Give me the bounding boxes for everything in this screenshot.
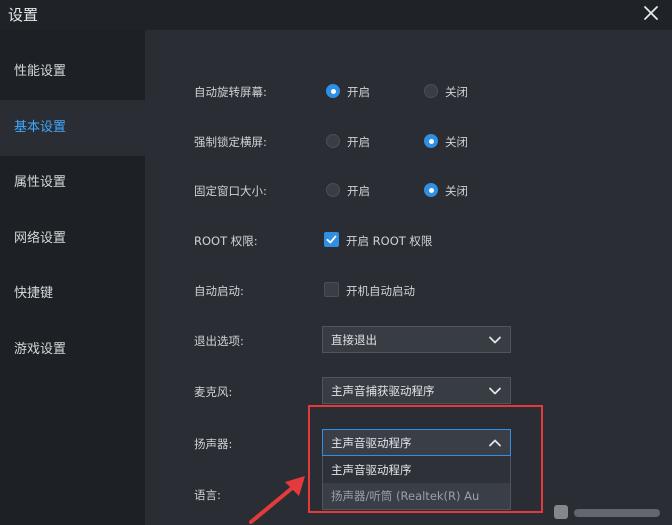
sidebar-item-game[interactable]: 游戏设置 (0, 322, 145, 378)
auto-rotate-label: 自动旋转屏幕: (194, 85, 267, 99)
autostart-label: 自动启动: (194, 284, 244, 298)
auto-rotate-on-label[interactable]: 开启 (347, 84, 370, 100)
auto-rotate-on-radio[interactable] (326, 84, 340, 98)
chevron-down-icon (489, 387, 501, 395)
fixed-window-on-label[interactable]: 开启 (347, 183, 370, 199)
sidebar-item-performance[interactable]: 性能设置 (0, 44, 145, 100)
title-bar: 设置 (0, 0, 672, 30)
root-checkbox[interactable] (324, 232, 339, 247)
checkmark-icon (326, 235, 337, 244)
sidebar-item-basic[interactable]: 基本设置 (0, 100, 145, 156)
fixed-window-off-label[interactable]: 关闭 (445, 183, 468, 199)
sidebar-item-properties[interactable]: 属性设置 (0, 155, 145, 211)
language-label: 语言: (194, 488, 221, 502)
force-landscape-off-label[interactable]: 关闭 (445, 134, 468, 150)
fixed-window-on-radio[interactable] (326, 183, 340, 197)
fixed-window-off-radio[interactable] (424, 183, 438, 197)
microphone-value: 主声音捕获驱动程序 (331, 384, 435, 398)
arrow-icon (249, 476, 305, 524)
close-button[interactable] (640, 2, 662, 24)
sidebar-item-shortcuts[interactable]: 快捷键 (0, 266, 145, 322)
exit-option-select[interactable]: 直接退出 (322, 326, 511, 353)
window-title: 设置 (8, 6, 39, 24)
exit-option-label: 退出选项: (194, 334, 244, 348)
sidebar-item-network[interactable]: 网络设置 (0, 211, 145, 267)
microphone-label: 麦克风: (194, 385, 233, 399)
root-checkbox-label[interactable]: 开启 ROOT 权限 (346, 233, 432, 249)
auto-rotate-off-label[interactable]: 关闭 (445, 84, 468, 100)
force-landscape-on-radio[interactable] (326, 134, 340, 148)
watermark-icon (554, 505, 660, 519)
chevron-down-icon (489, 336, 501, 344)
auto-rotate-off-radio[interactable] (424, 84, 438, 98)
autostart-checkbox-label[interactable]: 开机自动启动 (346, 283, 415, 299)
fixed-window-label: 固定窗口大小: (194, 184, 267, 198)
microphone-select[interactable]: 主声音捕获驱动程序 (322, 377, 511, 404)
force-landscape-on-label[interactable]: 开启 (347, 134, 370, 150)
force-landscape-off-radio[interactable] (424, 134, 438, 148)
exit-option-value: 直接退出 (331, 333, 377, 347)
close-icon (644, 6, 658, 20)
autostart-checkbox[interactable] (324, 282, 339, 297)
speaker-label: 扬声器: (194, 437, 233, 451)
root-label: ROOT 权限: (194, 234, 258, 248)
force-landscape-label: 强制锁定横屏: (194, 135, 267, 149)
sidebar: 性能设置 基本设置 属性设置 网络设置 快捷键 游戏设置 (0, 30, 145, 525)
highlight-box (308, 405, 543, 513)
